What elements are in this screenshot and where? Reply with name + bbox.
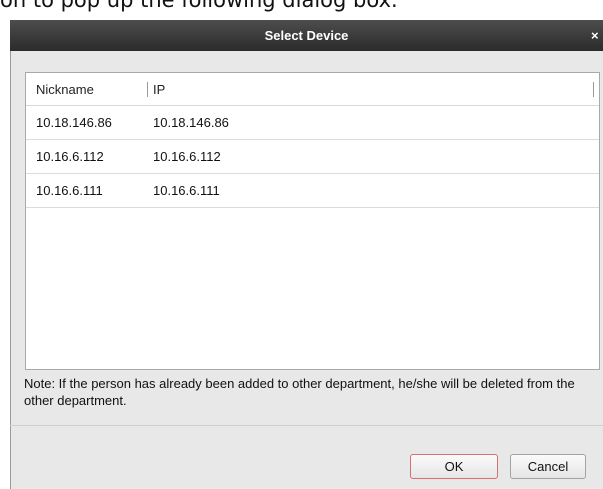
row-nickname: 10.16.6.111 — [36, 183, 103, 198]
note-text: Note: If the person has already been add… — [24, 376, 575, 408]
column-header-nickname[interactable]: Nickname — [36, 73, 94, 106]
row-nickname: 10.16.6.112 — [36, 149, 104, 164]
dialog-titlebar[interactable]: Select Device × — [10, 20, 603, 51]
footer-divider — [10, 425, 603, 426]
ok-button[interactable]: OK — [410, 454, 498, 479]
cancel-button[interactable]: Cancel — [510, 454, 586, 479]
table-row[interactable]: 10.16.6.112 10.16.6.112 — [26, 140, 599, 174]
row-ip: 10.16.6.111 — [153, 183, 220, 198]
document-text: on to pop up the following dialog box. — [0, 0, 398, 12]
row-ip: 10.18.146.86 — [153, 115, 229, 130]
dialog-title: Select Device — [264, 28, 349, 43]
column-header-ip[interactable]: IP — [153, 73, 165, 106]
dialog-left-border — [10, 51, 11, 489]
device-list[interactable]: Nickname IP 10.18.146.86 10.18.146.86 10… — [25, 72, 600, 370]
table-row[interactable]: 10.16.6.111 10.16.6.111 — [26, 174, 599, 208]
column-resize-handle[interactable] — [147, 82, 148, 97]
select-device-dialog: Select Device × Nickname IP 10.18.146.86… — [10, 20, 603, 489]
table-row[interactable]: 10.18.146.86 10.18.146.86 — [26, 106, 599, 140]
row-nickname: 10.18.146.86 — [36, 115, 112, 130]
close-icon[interactable]: × — [591, 20, 603, 51]
column-resize-handle[interactable] — [593, 82, 594, 97]
row-ip: 10.16.6.112 — [153, 149, 221, 164]
list-header: Nickname IP — [26, 73, 599, 106]
